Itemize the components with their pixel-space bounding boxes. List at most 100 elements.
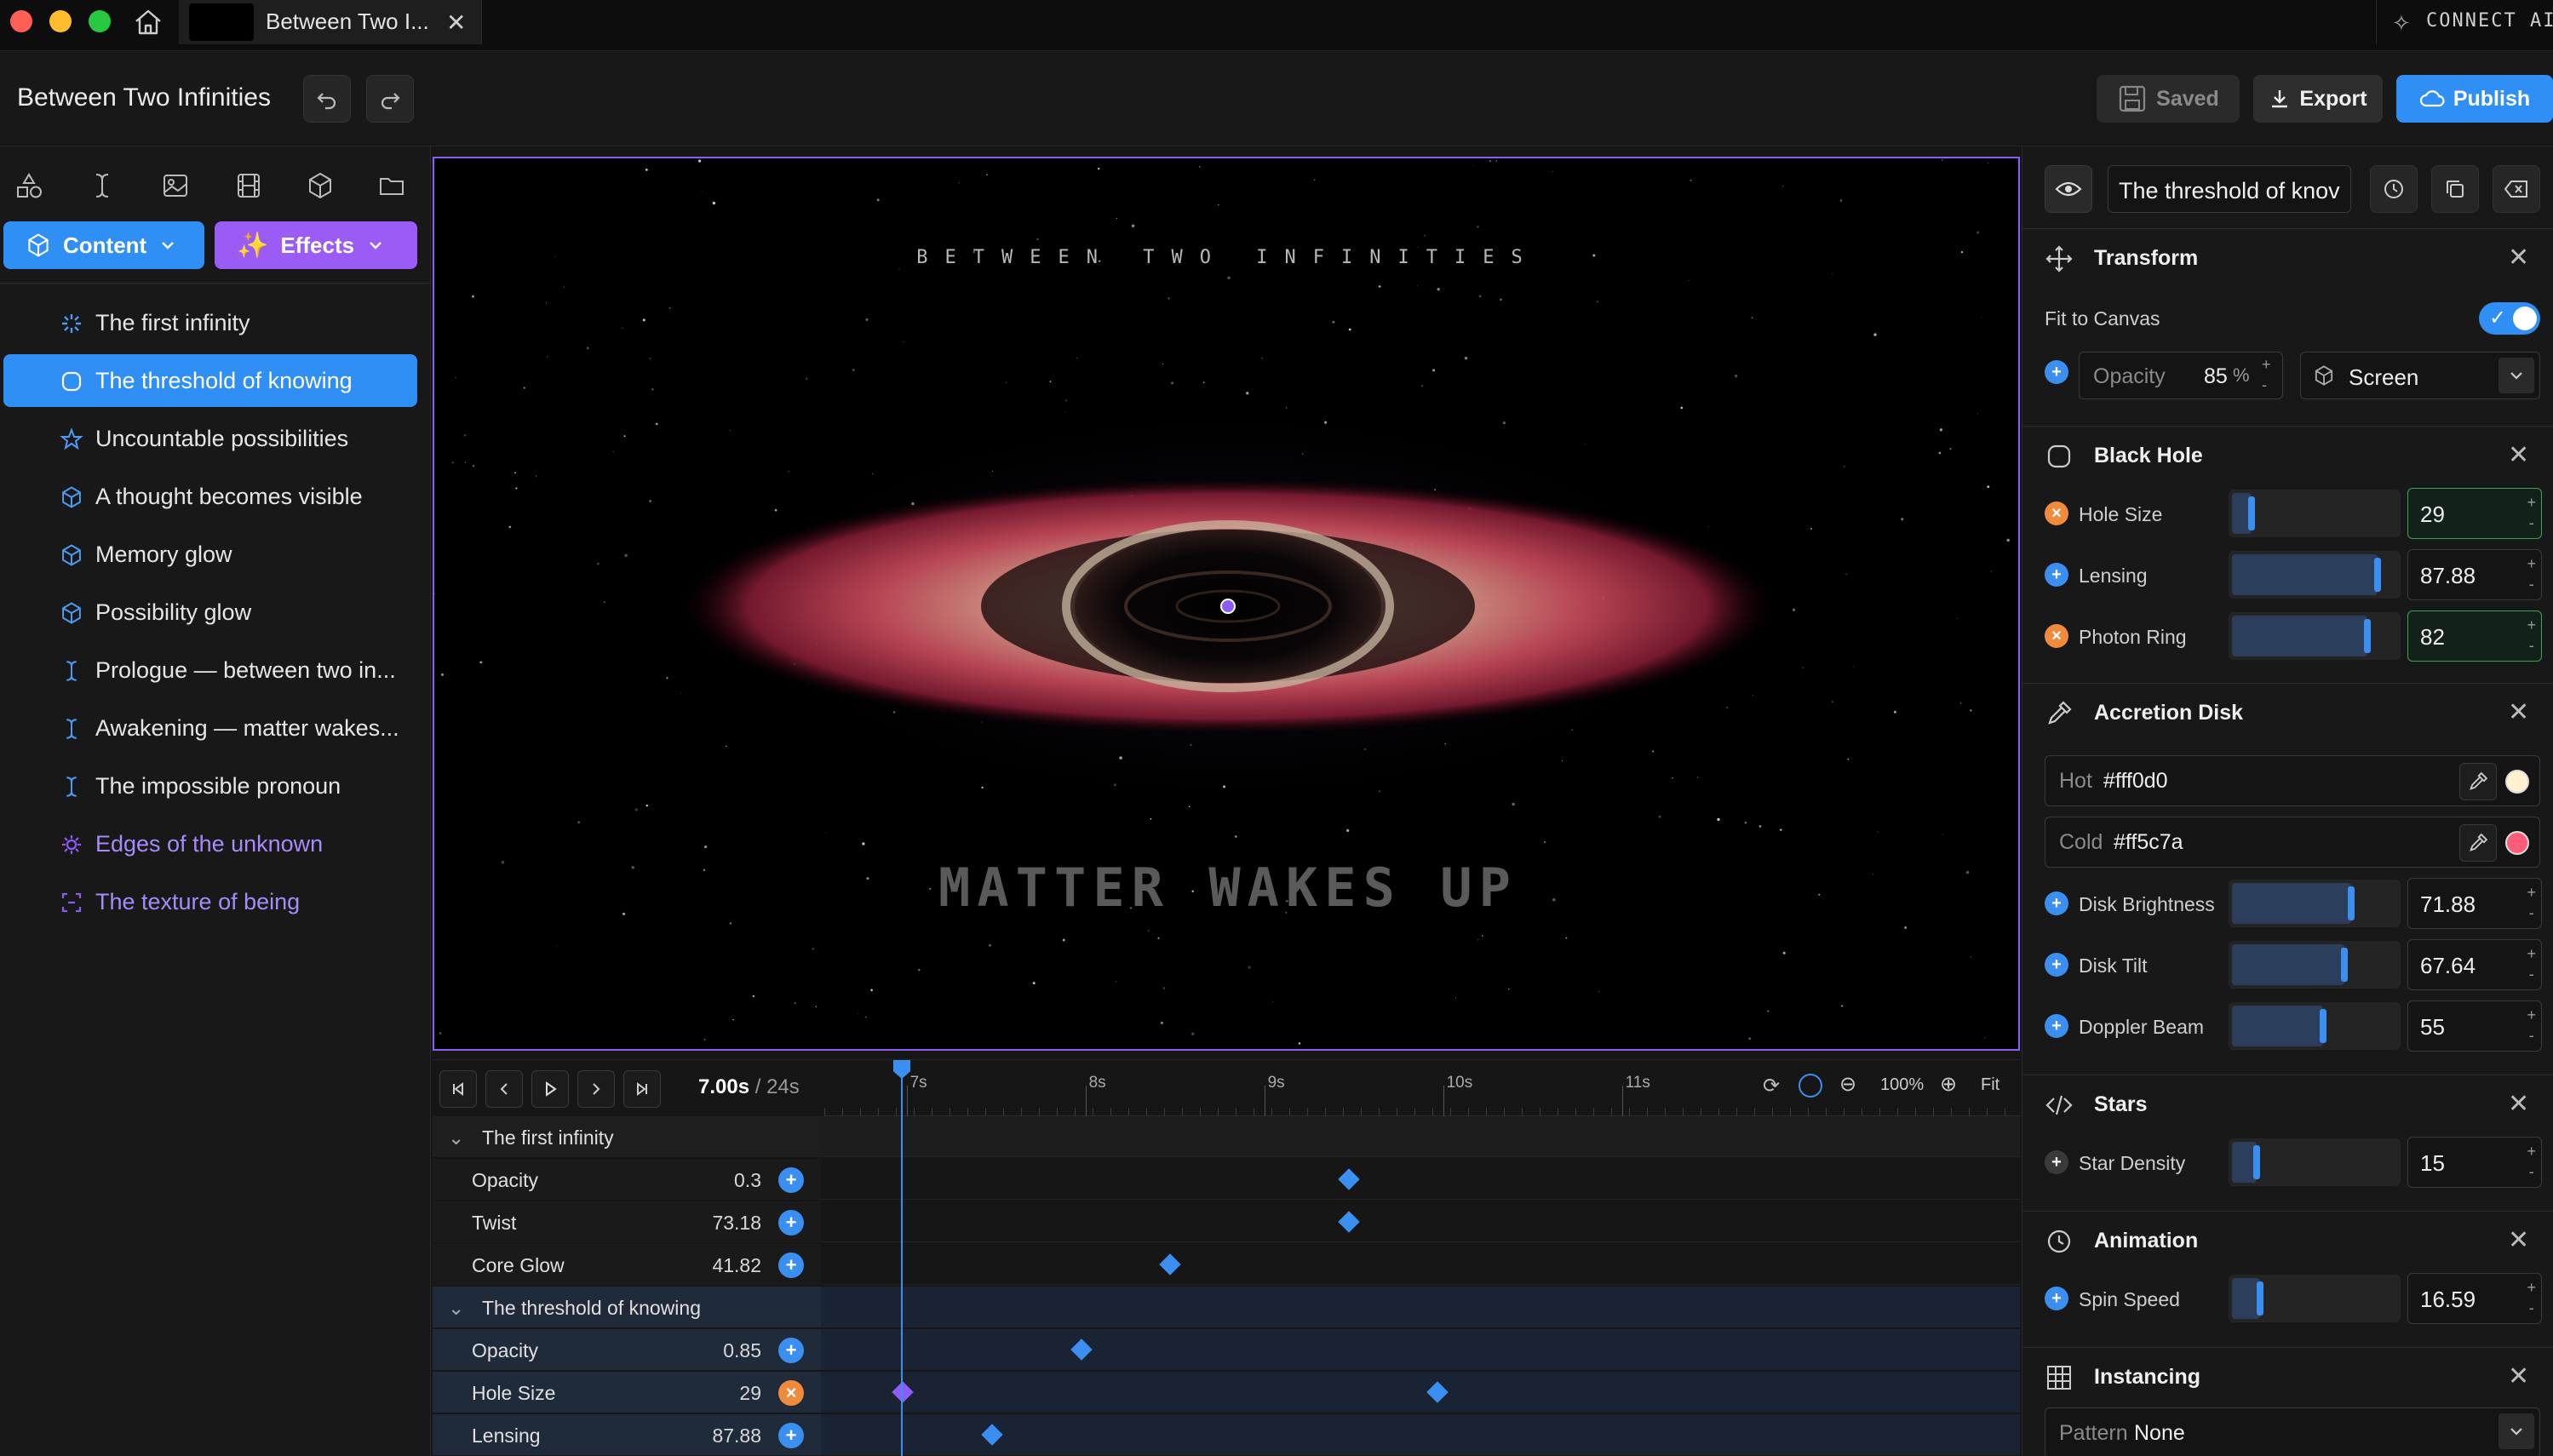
add-keyframe-icon[interactable]: + [2045, 1150, 2068, 1174]
add-keyframe-icon[interactable]: + [778, 1338, 804, 1363]
param-number-input[interactable]: 87.88 + - [2407, 549, 2542, 600]
param-slider[interactable] [2229, 941, 2401, 989]
add-keyframe-icon[interactable]: + [778, 1423, 804, 1448]
blend-mode-select[interactable]: Screen [2300, 352, 2540, 399]
connect-ai-button[interactable]: ✧ CONNECT AI [2376, 0, 2553, 44]
remove-keyframe-icon[interactable]: × [778, 1380, 804, 1406]
layer-item[interactable]: Awakening — matter wakes... [3, 702, 417, 754]
cold-color-input[interactable]: Cold #ff5c7a [2045, 817, 2540, 868]
timeline-track-row[interactable]: Opacity 0.3 + [433, 1159, 2020, 1200]
param-slider[interactable] [2229, 551, 2401, 599]
playhead[interactable] [893, 1060, 910, 1456]
add-keyframe-icon[interactable]: + [2045, 953, 2068, 977]
add-keyframe-icon[interactable]: + [2045, 1014, 2068, 1038]
stepper-icon[interactable]: + - [2527, 492, 2536, 533]
maximize-window-button[interactable] [89, 10, 111, 32]
timeline-group-row[interactable]: ⌄ The first infinity [433, 1116, 2020, 1157]
delete-layer-button[interactable] [2493, 165, 2540, 213]
home-icon[interactable] [131, 5, 165, 39]
undo-button[interactable] [303, 75, 351, 123]
export-button[interactable]: Export [2253, 75, 2383, 123]
layer-item[interactable]: Prologue — between two in... [3, 644, 417, 696]
snap-icon[interactable] [1799, 1074, 1822, 1098]
param-slider[interactable] [2229, 1138, 2401, 1186]
close-icon[interactable]: ✕ [2508, 697, 2529, 727]
zoom-in-icon[interactable]: ⊕ [1940, 1072, 1957, 1097]
timeline-track-row[interactable]: Hole Size 29 × [433, 1372, 2020, 1413]
canvas-viewport[interactable]: BETWEEN TWO INFINITIES MATTER WAKES UP [433, 157, 2020, 1051]
publish-button[interactable]: Publish [2396, 75, 2553, 123]
cold-color-swatch[interactable] [2505, 831, 2529, 855]
step-back-button[interactable] [485, 1070, 523, 1108]
loop-icon[interactable]: ⟳ [1763, 1074, 1780, 1098]
param-number-input[interactable]: 15 + - [2407, 1137, 2542, 1188]
keyframe-diamond[interactable] [981, 1424, 1003, 1446]
image-icon[interactable] [157, 167, 194, 204]
close-window-button[interactable] [10, 10, 32, 32]
param-slider[interactable] [2229, 490, 2401, 537]
history-button[interactable] [2370, 165, 2418, 213]
layer-item[interactable]: The impossible pronoun [3, 760, 417, 812]
timeline-track-row[interactable]: Core Glow 41.82 + [433, 1244, 2020, 1285]
stepper-icon[interactable]: + - [2527, 553, 2536, 594]
param-number-input[interactable]: 29 + - [2407, 488, 2542, 539]
stepper-icon[interactable]: + - [2527, 943, 2536, 984]
keyframe-diamond[interactable] [1426, 1381, 1449, 1403]
timeline-track-row[interactable]: Lensing 87.88 + [433, 1414, 2020, 1455]
param-number-input[interactable]: 82 + - [2407, 610, 2542, 662]
visibility-toggle[interactable] [2045, 165, 2092, 213]
eyedropper-icon[interactable] [2459, 824, 2497, 862]
chevron-down-icon[interactable]: ⌄ [448, 1297, 464, 1320]
close-icon[interactable]: ✕ [2508, 243, 2529, 272]
text-cursor-icon[interactable] [83, 167, 121, 204]
param-slider[interactable] [2229, 612, 2401, 660]
layer-item[interactable]: Edges of the unknown [3, 817, 417, 870]
timeline-track-row[interactable]: Twist 73.18 + [433, 1201, 2020, 1242]
param-number-input[interactable]: 16.59 + - [2407, 1273, 2542, 1324]
param-number-input[interactable]: 71.88 + - [2407, 878, 2542, 929]
keyframe-diamond[interactable] [1159, 1253, 1181, 1275]
fit-button[interactable]: Fit [1981, 1075, 1999, 1095]
add-keyframe-icon[interactable]: + [778, 1253, 804, 1278]
document-tab[interactable]: Between Two I... ✕ [179, 0, 482, 44]
layer-item[interactable]: The texture of being [3, 875, 417, 928]
param-slider[interactable] [2229, 1002, 2401, 1050]
step-forward-button[interactable] [577, 1070, 615, 1108]
play-button[interactable] [531, 1070, 569, 1108]
redo-button[interactable] [366, 75, 414, 123]
add-keyframe-icon[interactable]: + [2045, 1287, 2068, 1310]
minimize-window-button[interactable] [49, 10, 72, 32]
layer-item[interactable]: Uncountable possibilities [3, 412, 417, 465]
timeline-group-row[interactable]: ⌄ The threshold of knowing [433, 1287, 2020, 1327]
cube-icon[interactable] [301, 167, 339, 204]
stepper-icon[interactable]: + - [2527, 1141, 2536, 1182]
timeline-track-row[interactable]: Opacity 0.85 + [433, 1329, 2020, 1370]
layer-item[interactable]: A thought becomes visible [3, 470, 417, 523]
remove-keyframe-icon[interactable]: × [2045, 502, 2068, 525]
param-number-input[interactable]: 55 + - [2407, 1000, 2542, 1052]
param-number-input[interactable]: 67.64 + - [2407, 939, 2542, 990]
close-icon[interactable]: ✕ [2508, 1089, 2529, 1119]
stepper-icon[interactable]: + - [2527, 615, 2536, 656]
close-icon[interactable]: ✕ [2508, 1225, 2529, 1255]
keyframe-diamond[interactable] [892, 1381, 914, 1403]
keyframe-add-icon[interactable]: + [2045, 360, 2068, 384]
saved-button[interactable]: Saved [2097, 75, 2240, 123]
zoom-out-icon[interactable]: ⊖ [1839, 1072, 1856, 1097]
keyframe-diamond[interactable] [1338, 1211, 1360, 1233]
chevron-down-icon[interactable] [2498, 1413, 2534, 1449]
opacity-input[interactable]: Opacity 85 % + - [2079, 352, 2283, 399]
chevron-down-icon[interactable] [2498, 358, 2534, 393]
chevron-down-icon[interactable]: ⌄ [448, 1126, 464, 1149]
eyedropper-icon[interactable] [2459, 763, 2497, 800]
add-keyframe-icon[interactable]: + [2045, 891, 2068, 915]
add-keyframe-icon[interactable]: + [2045, 563, 2068, 587]
param-slider[interactable] [2229, 1275, 2401, 1322]
hot-color-swatch[interactable] [2505, 770, 2529, 794]
layer-name-input[interactable]: The threshold of knov [2108, 165, 2351, 213]
content-dropdown[interactable]: Content [3, 221, 204, 269]
stepper-icon[interactable]: + - [2527, 1005, 2536, 1046]
stepper-icon[interactable]: + - [2527, 882, 2536, 923]
layer-item[interactable]: The threshold of knowing [3, 354, 417, 407]
skip-start-button[interactable] [439, 1070, 477, 1108]
